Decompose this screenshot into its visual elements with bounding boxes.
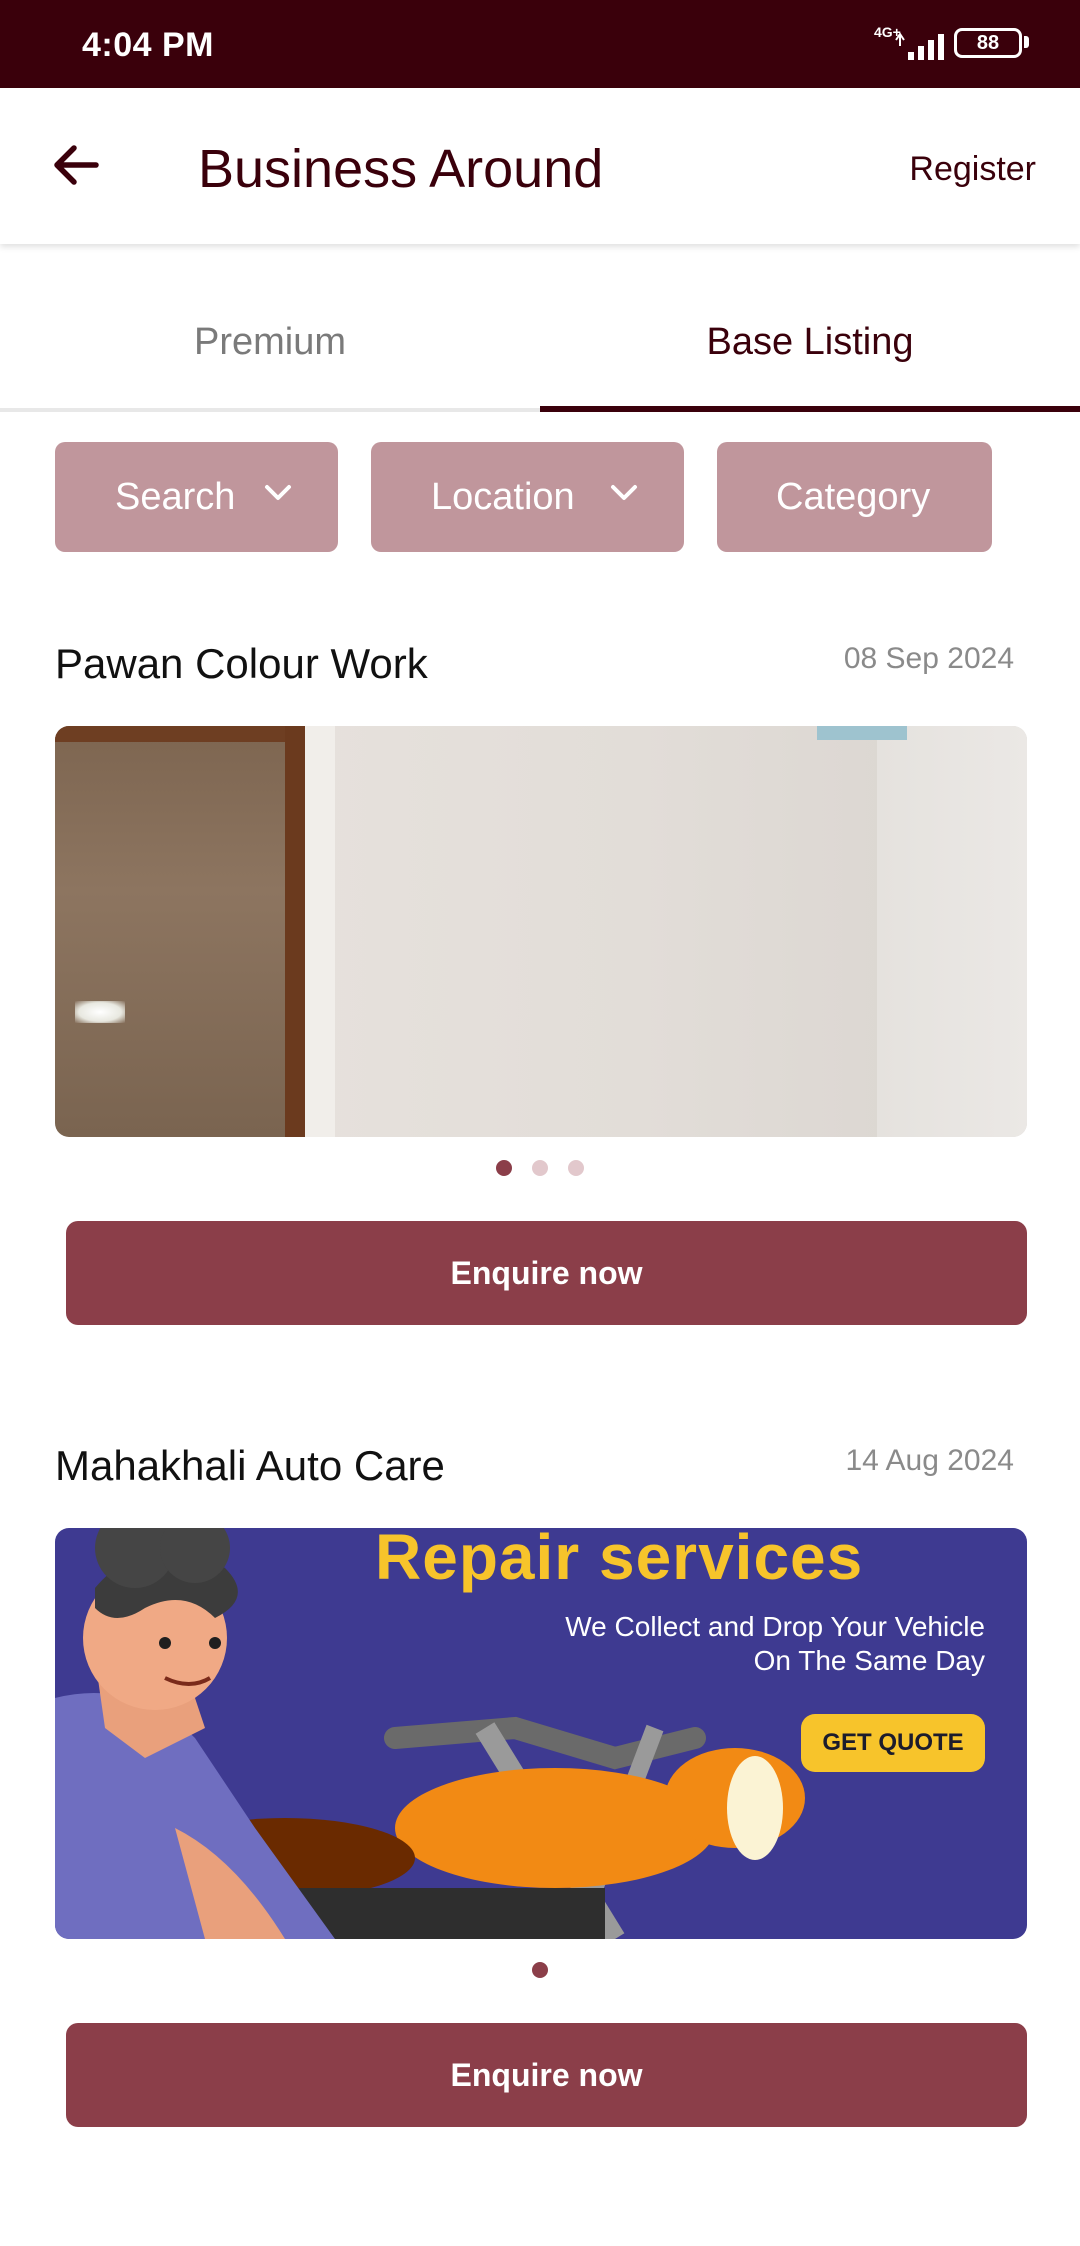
app-bar: Business Around Register	[0, 88, 1080, 244]
banner-subtext: We Collect and Drop Your Vehicle On The …	[565, 1611, 985, 1676]
image-right-wall	[877, 726, 1027, 1137]
image-door-frame	[285, 726, 305, 1137]
battery-icon: 88	[954, 28, 1022, 58]
page-title: Business Around	[198, 139, 604, 199]
carousel-indicator	[0, 1962, 1080, 1982]
tab-indicator	[540, 406, 1080, 412]
listing-tabs: Premium Base Listing	[0, 272, 1080, 414]
chevron-down-icon	[265, 485, 291, 500]
signal-icon	[895, 32, 944, 60]
category-filter-label: Category	[776, 476, 931, 518]
chevron-down-icon	[611, 485, 637, 500]
listing-title: Mahakhali Auto Care	[55, 1442, 445, 1489]
status-bar: 4:04 PM 4G+ 88	[0, 0, 1080, 88]
listing-title: Pawan Colour Work	[55, 640, 428, 687]
status-time: 4:04 PM	[82, 26, 214, 64]
battery-level: 88	[976, 32, 1000, 54]
enquire-now-button[interactable]: Enquire now	[66, 1221, 1027, 1325]
image-doorway	[55, 726, 315, 1137]
carousel-indicator	[0, 1160, 1080, 1180]
carousel-dot[interactable]	[532, 1962, 548, 1978]
tab-premium[interactable]: Premium	[0, 272, 540, 414]
search-filter-button[interactable]: Search	[55, 442, 338, 552]
location-filter-label: Location	[431, 476, 575, 518]
listing-image-carousel[interactable]: Repair services We Collect and Drop Your…	[55, 1528, 1027, 1939]
back-button[interactable]	[46, 134, 108, 196]
banner-headline: Repair services	[375, 1528, 864, 1593]
register-button[interactable]: Register	[909, 150, 1036, 189]
enquire-now-button[interactable]: Enquire now	[66, 2023, 1027, 2127]
search-filter-label: Search	[115, 476, 236, 518]
carousel-dot[interactable]	[496, 1160, 512, 1176]
carousel-dot[interactable]	[532, 1160, 548, 1176]
image-wall-strip	[305, 726, 335, 1137]
image-ceiling	[817, 726, 907, 740]
arrow-left-icon	[54, 145, 99, 185]
banner-get-quote: GET QUOTE	[801, 1714, 985, 1772]
image-door-frame-top	[55, 726, 315, 742]
tab-base-listing[interactable]: Base Listing	[540, 272, 1080, 414]
listing-date: 08 Sep 2024	[843, 642, 1014, 675]
listing-date: 14 Aug 2024	[845, 1444, 1014, 1477]
category-filter-button[interactable]: Category	[717, 442, 992, 552]
location-filter-button[interactable]: Location	[371, 442, 684, 552]
listing-image-carousel[interactable]	[55, 726, 1027, 1137]
image-ceiling-light	[75, 1001, 125, 1023]
battery-tip	[1024, 36, 1029, 48]
carousel-dot[interactable]	[568, 1160, 584, 1176]
